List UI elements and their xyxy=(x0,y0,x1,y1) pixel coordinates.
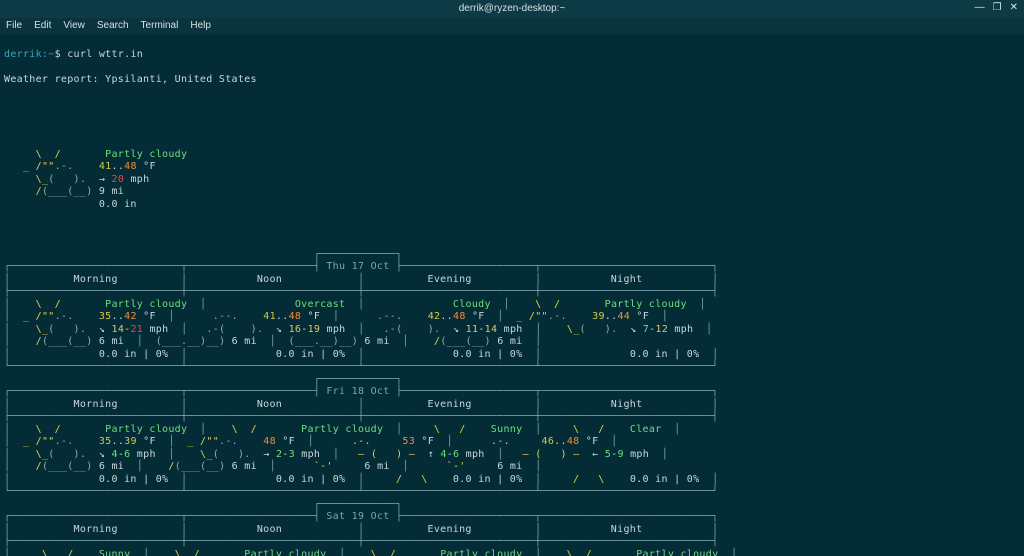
report-line: Weather report: Ypsilanti, United States xyxy=(4,74,1020,87)
command: curl wttr.in xyxy=(67,49,143,60)
current-conditions: \ / Partly cloudy _ /"".-. 41..48 °F \_(… xyxy=(4,149,1020,212)
menu-terminal[interactable]: Terminal xyxy=(141,20,179,33)
prompt-user: derrik:~ xyxy=(4,49,55,60)
window-title: derrik@ryzen-desktop:~ xyxy=(459,3,566,16)
menu-file[interactable]: File xyxy=(6,20,22,33)
forecast: ┌────────────┐┌─────────────────────────… xyxy=(4,249,1020,556)
menu-search[interactable]: Search xyxy=(97,20,129,33)
menu-help[interactable]: Help xyxy=(190,20,211,33)
terminal[interactable]: derrik:~$ curl wttr.in Weather report: Y… xyxy=(0,34,1024,556)
maximize-icon[interactable]: ❐ xyxy=(993,2,1002,15)
menu-view[interactable]: View xyxy=(63,20,85,33)
menubar: File Edit View Search Terminal Help xyxy=(0,18,1024,34)
minimize-icon[interactable]: — xyxy=(975,2,985,15)
close-icon[interactable]: ✕ xyxy=(1010,2,1018,15)
prompt-sep: $ xyxy=(55,49,68,60)
titlebar: derrik@ryzen-desktop:~ — ❐ ✕ xyxy=(0,0,1024,18)
menu-edit[interactable]: Edit xyxy=(34,20,51,33)
